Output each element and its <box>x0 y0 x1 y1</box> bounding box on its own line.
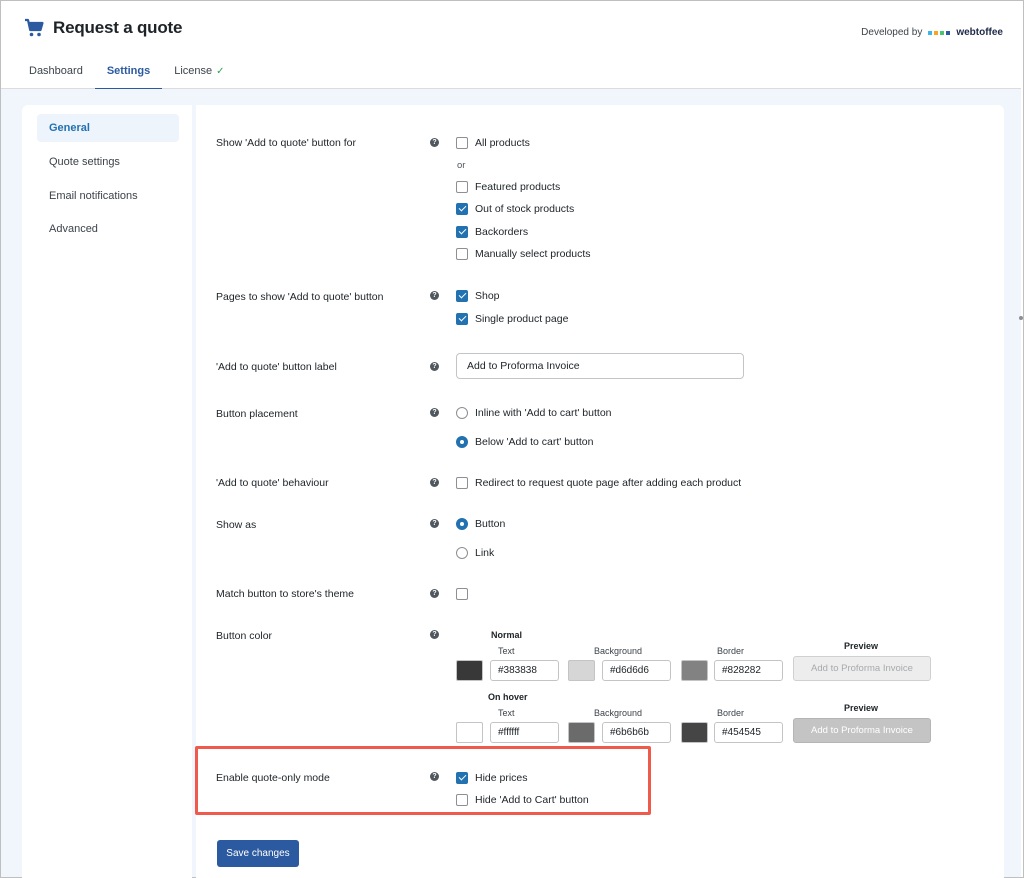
checkbox[interactable] <box>456 137 468 149</box>
checkbox-checked[interactable] <box>456 226 468 238</box>
help-icon[interactable]: ? <box>430 589 439 598</box>
radio-selected[interactable] <box>456 436 468 448</box>
settings-sidebar: General Quote settings Email notificatio… <box>22 105 192 878</box>
normal-border-label: Border <box>717 646 745 656</box>
help-icon[interactable]: ? <box>430 138 439 147</box>
hover-background-swatch[interactable] <box>568 722 595 743</box>
hover-background-label: Background <box>594 708 643 718</box>
option-out-of-stock[interactable]: Out of stock products <box>456 202 574 216</box>
option-inline-placement[interactable]: Inline with 'Add to cart' button <box>456 406 612 420</box>
sidebar-item-advanced[interactable]: Advanced <box>37 215 179 243</box>
help-icon[interactable]: ? <box>430 362 439 371</box>
option-all-products[interactable]: All products <box>456 136 530 150</box>
scrollbar-handle[interactable] <box>1019 316 1023 320</box>
match-theme-label: Match button to store's theme <box>216 588 354 600</box>
radio[interactable] <box>456 547 468 559</box>
checkbox[interactable] <box>456 248 468 260</box>
normal-preview-label: Preview <box>844 641 879 651</box>
hover-preview-label: Preview <box>844 703 879 713</box>
normal-background-swatch[interactable] <box>568 660 595 681</box>
header: Request a quote Developed by webtoffee D… <box>1 1 1021 90</box>
button-label-input[interactable]: Add to Proforma Invoice <box>456 353 744 379</box>
sidebar-item-quote-settings[interactable]: Quote settings <box>37 148 179 176</box>
tab-settings[interactable]: Settings <box>94 53 163 90</box>
tab-bar: Dashboard Settings License ✓ <box>17 53 237 90</box>
app-title-text: Request a quote <box>53 18 183 37</box>
normal-border-swatch[interactable] <box>681 660 708 681</box>
hover-text-color-input[interactable]: #ffffff <box>490 722 559 743</box>
help-icon[interactable]: ? <box>430 478 439 487</box>
brand-name[interactable]: webtoffee <box>956 27 1003 38</box>
match-theme-checkbox[interactable] <box>456 587 468 601</box>
placement-label: Button placement <box>216 408 298 420</box>
normal-title: Normal <box>491 630 523 640</box>
option-backorders[interactable]: Backorders <box>456 225 528 239</box>
developed-by: Developed by webtoffee <box>861 27 1003 38</box>
option-redirect[interactable]: Redirect to request quote page after add… <box>456 476 741 490</box>
tab-license[interactable]: License ✓ <box>162 53 236 89</box>
webtoffee-logo-icon <box>928 30 951 35</box>
option-single-product-page[interactable]: Single product page <box>456 312 568 326</box>
checkbox[interactable] <box>456 181 468 193</box>
normal-background-label: Background <box>594 646 643 656</box>
hover-title: On hover <box>488 692 528 702</box>
hover-text-label: Text <box>498 708 515 718</box>
show-for-label: Show 'Add to quote' button for <box>216 137 357 149</box>
option-show-as-link[interactable]: Link <box>456 546 494 560</box>
radio-selected[interactable] <box>456 518 468 530</box>
hover-border-color-input[interactable]: #454545 <box>714 722 783 743</box>
preview-button-hover: Add to Proforma Invoice <box>793 718 931 743</box>
hover-text-swatch[interactable] <box>456 722 483 743</box>
normal-border-color-input[interactable]: #828282 <box>714 660 783 681</box>
hover-background-color-input[interactable]: #6b6b6b <box>602 722 671 743</box>
normal-text-label: Text <box>498 646 515 656</box>
option-shop[interactable]: Shop <box>456 289 500 303</box>
or-separator: or <box>457 160 466 171</box>
radio[interactable] <box>456 407 468 419</box>
help-icon[interactable]: ? <box>430 519 439 528</box>
developed-by-text: Developed by <box>861 27 923 38</box>
option-below-placement[interactable]: Below 'Add to cart' button <box>456 435 593 449</box>
app-title: Request a quote <box>24 16 182 40</box>
normal-text-swatch[interactable] <box>456 660 483 681</box>
hover-border-label: Border <box>717 708 745 718</box>
checkbox-checked[interactable] <box>456 290 468 302</box>
preview-button-normal: Add to Proforma Invoice <box>793 656 931 681</box>
sidebar-item-email-notifications[interactable]: Email notifications <box>37 182 179 210</box>
highlight-box <box>195 746 651 815</box>
show-as-label: Show as <box>216 519 257 531</box>
help-icon[interactable]: ? <box>430 630 439 639</box>
checkbox-checked[interactable] <box>456 313 468 325</box>
sidebar-item-general[interactable]: General <box>37 114 179 142</box>
pages-label: Pages to show 'Add to quote' button <box>216 291 384 303</box>
save-changes-button[interactable]: Save changes <box>217 840 299 867</box>
hover-border-swatch[interactable] <box>681 722 708 743</box>
option-featured-products[interactable]: Featured products <box>456 180 560 194</box>
check-icon: ✓ <box>216 66 225 77</box>
help-icon[interactable]: ? <box>430 291 439 300</box>
button-color-label: Button color <box>216 630 273 642</box>
behaviour-label: 'Add to quote' behaviour <box>216 477 329 489</box>
checkbox[interactable] <box>456 588 468 600</box>
tab-dashboard[interactable]: Dashboard <box>17 53 95 89</box>
checkbox-checked[interactable] <box>456 203 468 215</box>
normal-background-color-input[interactable]: #d6d6d6 <box>602 660 671 681</box>
checkbox[interactable] <box>456 477 468 489</box>
button-label-label: 'Add to quote' button label <box>216 361 337 373</box>
help-icon[interactable]: ? <box>430 408 439 417</box>
cart-icon <box>25 18 44 37</box>
normal-text-color-input[interactable]: #383838 <box>490 660 559 681</box>
option-show-as-button[interactable]: Button <box>456 517 505 531</box>
option-manually-select[interactable]: Manually select products <box>456 247 591 261</box>
